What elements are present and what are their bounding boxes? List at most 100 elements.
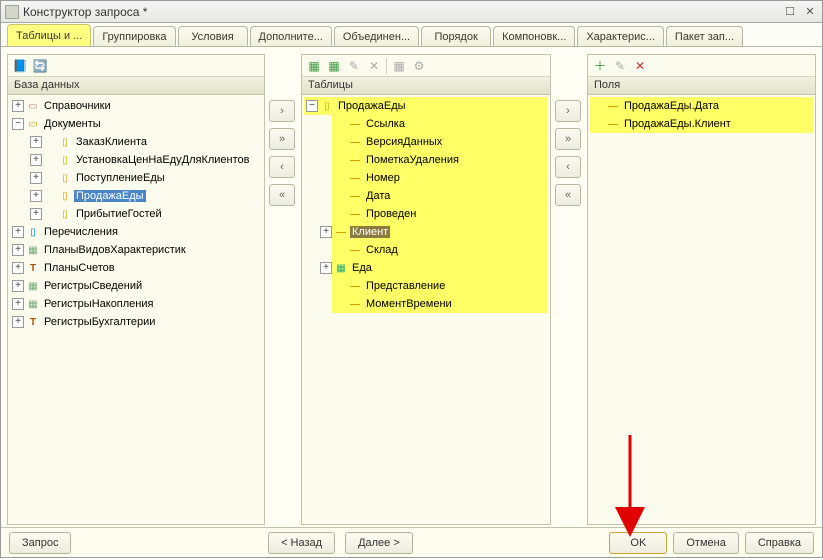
tab-composition[interactable]: Компоновк... [493,26,575,46]
tree-item[interactable]: Справочники [42,100,113,112]
field-icon: — [606,100,620,112]
move-right-button[interactable]: › [269,100,295,122]
tree-item[interactable]: УстановкаЦенНаЕдуДляКлиентов [74,154,252,166]
tree-item[interactable]: Перечисления [42,226,120,238]
field-icon: — [348,172,362,184]
db-tool-icon[interactable]: 📘 [12,58,28,74]
fields-list[interactable]: —ПродажаЕды.Дата —ПродажаЕды.Клиент [588,95,815,524]
expand-icon[interactable]: + [320,262,332,274]
collapse-icon[interactable]: − [306,100,318,112]
tree-item[interactable]: ПланыВидовХарактеристик [42,244,188,256]
collapse-icon[interactable]: − [12,118,24,130]
expand-icon[interactable]: + [12,262,24,274]
add-subquery-icon[interactable]: ▦ [326,58,342,74]
move-left-all-button[interactable]: « [555,184,581,206]
next-button[interactable]: Далее > [345,532,413,554]
edit-field-icon[interactable]: ✎ [612,58,628,74]
field-icon: — [348,298,362,310]
tree-item[interactable]: ПометкаУдаления [364,154,461,166]
move-left-all-button[interactable]: « [269,184,295,206]
field-icon: — [348,118,362,130]
tree-item[interactable]: Ссылка [364,118,407,130]
ok-button[interactable]: OK [609,532,667,554]
move-right-button[interactable]: › [555,100,581,122]
add-field-icon[interactable]: ＋ [592,58,608,74]
maximize-button[interactable]: ☐ [782,4,798,20]
tree-item[interactable]: ПоступлениеЕды [74,172,167,184]
tree-item[interactable]: ЗаказКлиента [74,136,149,148]
tab-batch[interactable]: Пакет зап... [666,26,743,46]
tree-item[interactable]: Представление [364,280,447,292]
tree-item[interactable]: ПрибытиеГостей [74,208,164,220]
expand-icon[interactable]: + [12,298,24,310]
delete-field-icon[interactable]: ✕ [632,58,648,74]
move-right-all-button[interactable]: » [269,128,295,150]
movers-tables-fields: › » ‹ « [555,54,583,525]
expand-icon[interactable]: + [30,190,42,202]
tab-union[interactable]: Объединен... [334,26,419,46]
expand-icon[interactable]: + [30,136,42,148]
tree-item[interactable]: Номер [364,172,402,184]
expand-icon[interactable]: + [12,280,24,292]
fields-header: Поля [588,77,815,95]
tab-tables[interactable]: Таблицы и ... [7,24,91,46]
expand-icon[interactable]: + [30,172,42,184]
expand-icon[interactable]: + [12,100,24,112]
tab-grouping[interactable]: Группировка [93,26,175,46]
settings-icon[interactable]: ⚙ [411,58,427,74]
db-header: База данных [8,77,264,95]
tree-item[interactable]: МоментВремени [364,298,454,310]
query-button[interactable]: Запрос [9,532,71,554]
field-icon: — [606,118,620,130]
db-tree[interactable]: +▭Справочники −▭Документы +▯ЗаказКлиента… [8,95,264,524]
add-table-icon[interactable]: ▦ [306,58,322,74]
tree-item[interactable]: РегистрыБухгалтерии [42,316,157,328]
tree-item[interactable]: Еда [350,262,374,274]
tree-item[interactable]: РегистрыСведений [42,280,144,292]
panel-database: 📘 🔄 База данных +▭Справочники −▭Документ… [7,54,265,525]
tables-tree[interactable]: −▯ПродажаЕды —Ссылка —ВерсияДанных —Поме… [302,95,550,524]
document-icon: ▯ [58,190,72,202]
expand-icon[interactable]: + [12,244,24,256]
expand-icon[interactable]: + [12,226,24,238]
grid-icon: ▦ [26,244,40,256]
move-right-all-button[interactable]: » [555,128,581,150]
tab-characteristics[interactable]: Характерис... [577,26,664,46]
tab-additional[interactable]: Дополните... [250,26,332,46]
tree-item[interactable]: РегистрыНакопления [42,298,155,310]
db-toolbar: 📘 🔄 [8,55,264,77]
close-button[interactable]: ✕ [802,4,818,20]
replace-icon[interactable]: ▦ [391,58,407,74]
tab-order[interactable]: Порядок [421,26,491,46]
tree-item[interactable]: ПродажаЕды [336,100,408,112]
move-left-button[interactable]: ‹ [269,156,295,178]
document-icon: ▯ [58,136,72,148]
document-icon: ▯ [320,100,334,112]
tree-item[interactable]: Дата [364,190,392,202]
back-button[interactable]: < Назад [268,532,335,554]
tree-item[interactable]: Склад [364,244,400,256]
edit-icon[interactable]: ✎ [346,58,362,74]
delete-icon[interactable]: ✕ [366,58,382,74]
document-icon: ▯ [58,172,72,184]
tree-item[interactable]: Проведен [364,208,418,220]
tree-item[interactable]: ВерсияДанных [364,136,444,148]
expand-icon[interactable]: + [12,316,24,328]
help-button[interactable]: Справка [745,532,814,554]
expand-icon[interactable]: + [320,226,332,238]
panel-fields: ＋ ✎ ✕ Поля —ПродажаЕды.Дата —ПродажаЕды.… [587,54,816,525]
tree-item[interactable]: Документы [42,118,103,130]
fields-toolbar: ＋ ✎ ✕ [588,55,815,77]
tree-item[interactable]: ПланыСчетов [42,262,117,274]
expand-icon[interactable]: + [30,154,42,166]
cancel-button[interactable]: Отмена [673,532,738,554]
tree-item-selected[interactable]: ПродажаЕды [74,190,146,202]
expand-icon[interactable]: + [30,208,42,220]
list-item[interactable]: ПродажаЕды.Клиент [622,118,733,130]
move-left-button[interactable]: ‹ [555,156,581,178]
tab-conditions[interactable]: Условия [178,26,248,46]
tree-item-selected[interactable]: Клиент [350,226,390,238]
db-refresh-icon[interactable]: 🔄 [32,58,48,74]
tables-header: Таблицы [302,77,550,95]
list-item[interactable]: ПродажаЕды.Дата [622,100,721,112]
